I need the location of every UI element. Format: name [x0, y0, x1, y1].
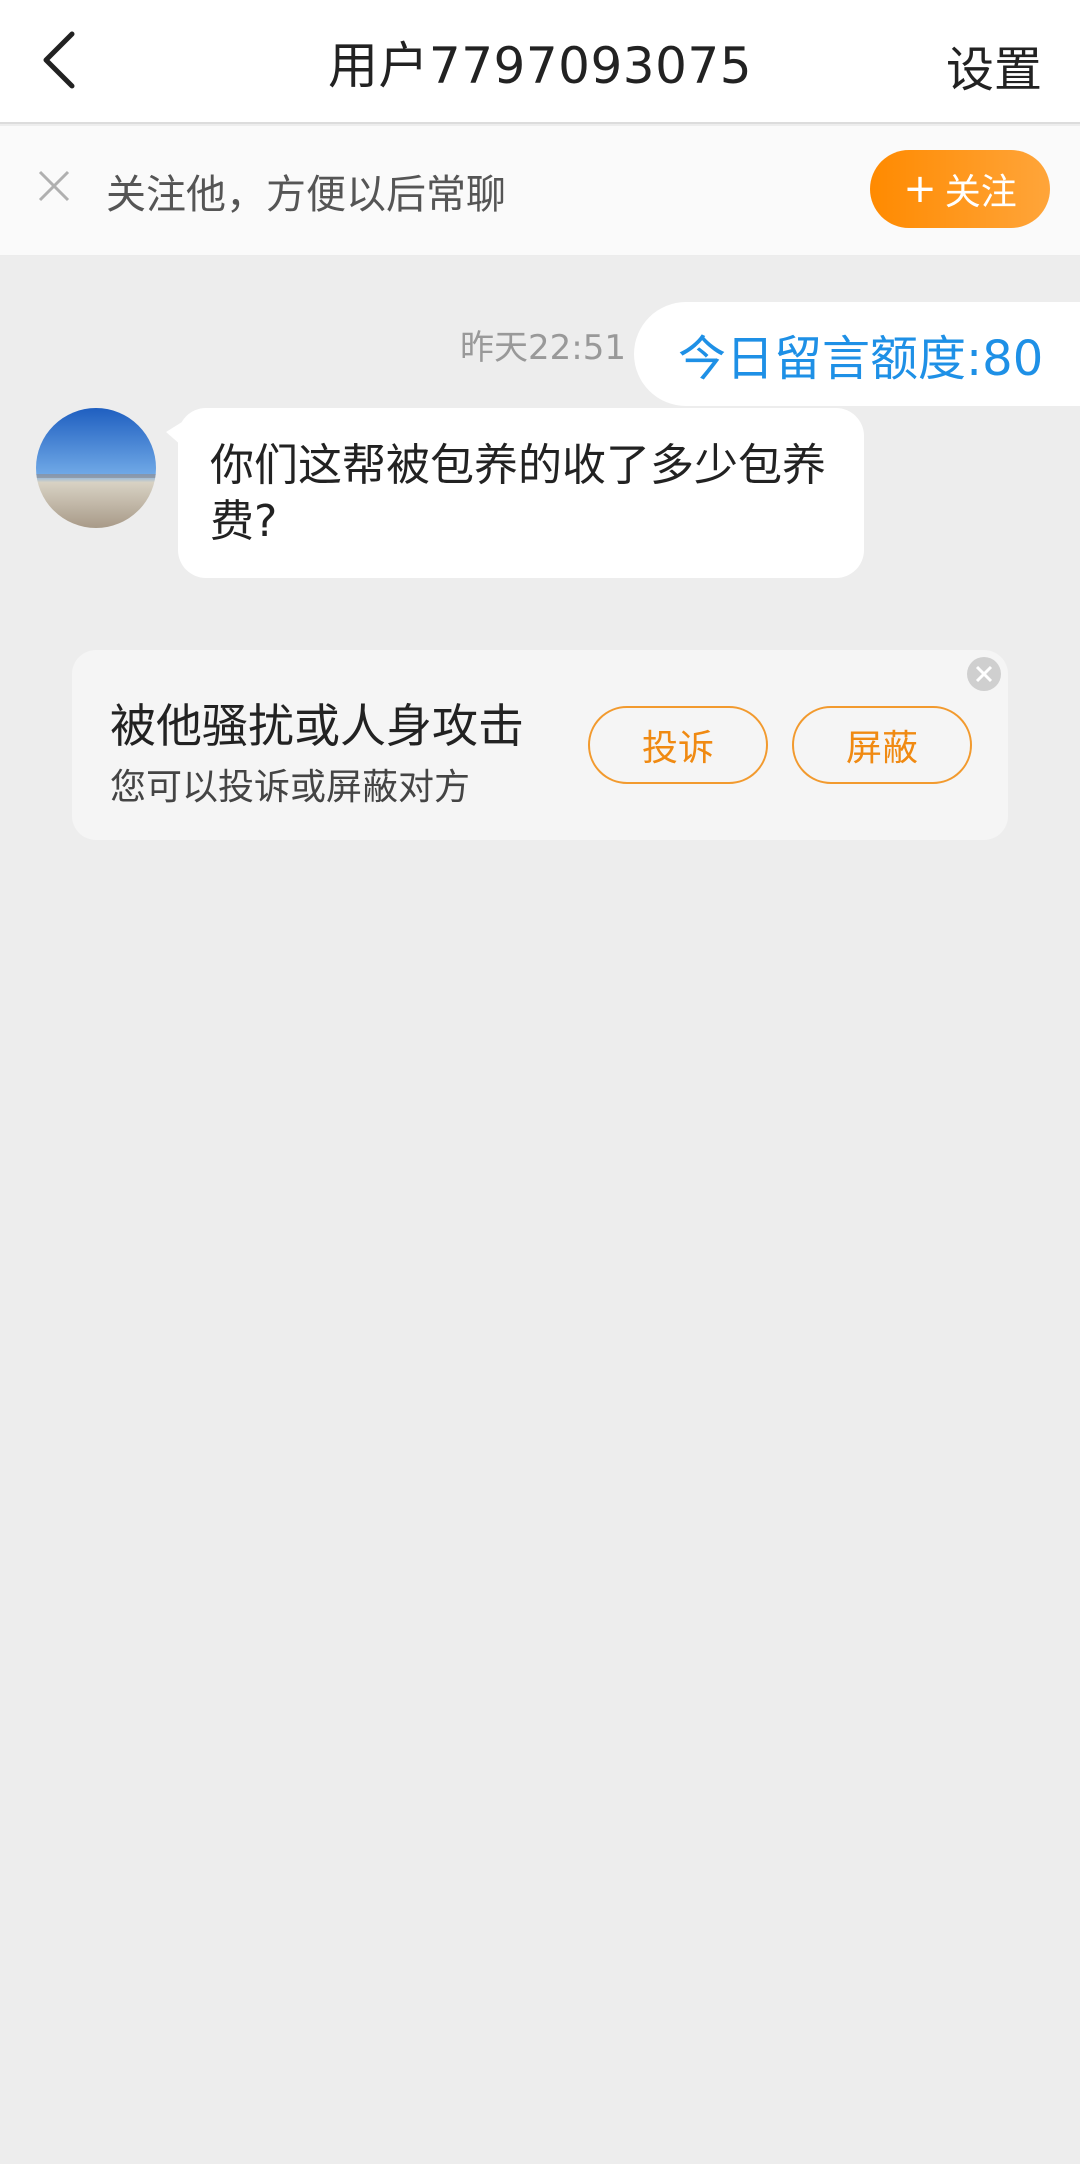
- avatar-image: [36, 408, 156, 528]
- block-button[interactable]: 屏蔽: [792, 706, 972, 784]
- quota-bubble: 今日留言额度:80: [634, 302, 1080, 406]
- close-circle-icon: [967, 657, 1001, 691]
- complain-button[interactable]: 投诉: [588, 706, 768, 784]
- close-icon: [38, 170, 70, 202]
- follow-prompt: 关注他，方便以后常聊: [106, 172, 506, 218]
- top-nav-bar: 用户7797093075 设置: [0, 0, 1080, 124]
- report-card-title: 被他骚扰或人身攻击: [110, 699, 524, 753]
- follow-button[interactable]: + 关注: [870, 150, 1050, 228]
- page-title: 用户7797093075: [327, 37, 753, 95]
- message-text: 你们这帮被包养的收了多少包养费?: [210, 440, 826, 547]
- dismiss-follow-button[interactable]: [34, 166, 74, 206]
- plus-icon: +: [903, 166, 937, 212]
- settings-button[interactable]: 设置: [946, 30, 1042, 100]
- avatar[interactable]: [36, 408, 156, 528]
- quota-text: 今日留言额度:80: [678, 331, 1044, 387]
- report-card-subtitle: 您可以投诉或屏蔽对方: [110, 767, 471, 808]
- message-timestamp: 昨天22:51: [460, 328, 626, 368]
- follow-button-label: 关注: [944, 172, 1017, 213]
- incoming-message-bubble[interactable]: 你们这帮被包养的收了多少包养费?: [178, 408, 864, 578]
- close-card-button[interactable]: [966, 656, 1002, 692]
